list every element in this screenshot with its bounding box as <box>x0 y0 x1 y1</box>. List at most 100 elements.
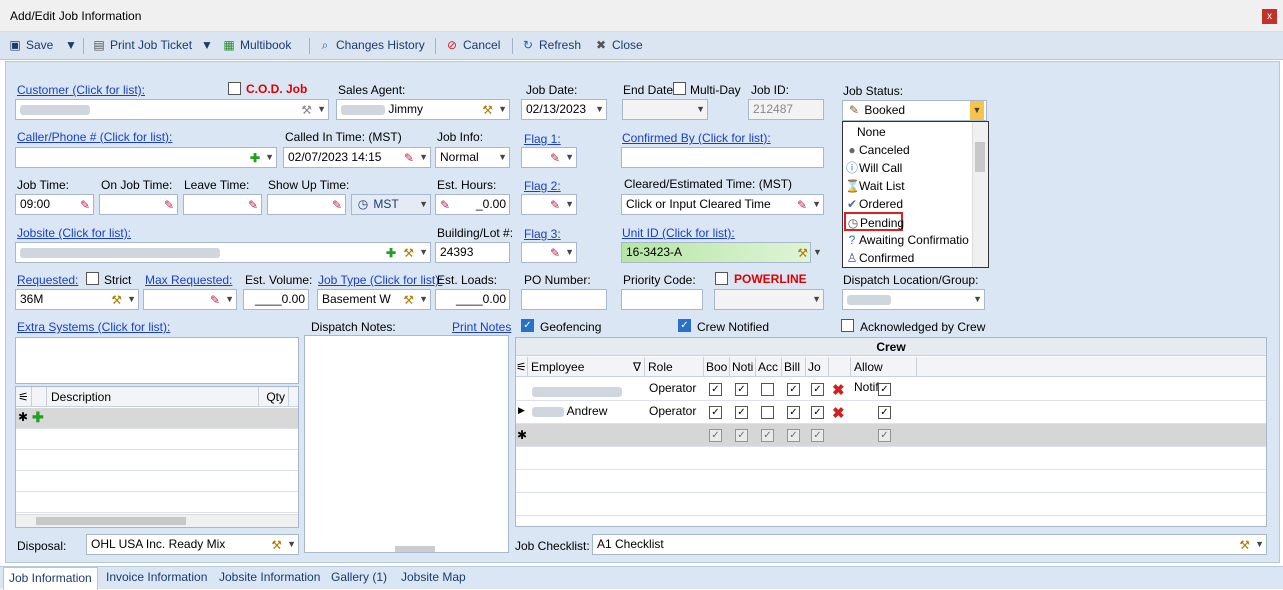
multibook-button[interactable]: ▦ Multibook <box>222 38 291 52</box>
hammer-picker-icon[interactable]: ⚒ <box>403 244 414 262</box>
job-status-dropdown[interactable]: None ● Canceled ⓘWill Call ⌛Wait List ✔ Or… <box>842 121 989 268</box>
bill-checkbox[interactable]: ✓ <box>787 383 800 396</box>
allow-notify-header[interactable]: Allow Notify <box>851 357 917 394</box>
accept-checkbox[interactable] <box>761 383 774 396</box>
chevron-down-icon[interactable]: ▼ <box>1255 535 1264 554</box>
booked-checkbox[interactable]: ✓ <box>709 383 722 396</box>
plus-icon[interactable]: ✚ <box>386 244 396 262</box>
chevron-down-icon[interactable]: ▼ <box>595 100 604 119</box>
show-up-time-field[interactable]: ✎ <box>267 194 346 215</box>
changes-history-button[interactable]: ⌕ Changes History <box>318 38 425 52</box>
delete-x-icon[interactable]: ✖ <box>832 404 845 422</box>
print-dropdown-arrow[interactable]: ▼ <box>200 38 214 52</box>
cleared-time-field[interactable]: Click or Input Cleared Time ✎ ▼ <box>621 194 824 215</box>
chevron-down-icon[interactable]: ▼ <box>127 290 136 309</box>
delete-x-icon[interactable]: ✖ <box>832 381 845 399</box>
chevron-down-icon[interactable]: ▼ <box>287 535 296 554</box>
unit-id-dropdown-arrow[interactable]: ▼ <box>813 247 1281 257</box>
confirmed-by-field[interactable] <box>621 147 824 168</box>
est-loads-field[interactable]: ____0.00 <box>435 289 510 310</box>
multiday-checkbox[interactable] <box>673 82 686 95</box>
grid-settings-icon[interactable]: ⚟ <box>516 357 528 376</box>
est-hours-field[interactable]: ✎ _0.00 <box>435 194 510 215</box>
eraser-icon[interactable]: ✎ <box>440 196 450 214</box>
unit-id-field[interactable]: 16-3423-A ⚒ <box>621 242 811 263</box>
hammer-picker-icon[interactable]: ⚒ <box>271 536 282 554</box>
est-volume-field[interactable]: ____0.00 <box>243 289 309 310</box>
notify-header[interactable]: Noti <box>730 357 756 376</box>
save-button[interactable]: ▣ Save <box>8 38 53 52</box>
allow-notify-checkbox[interactable]: ✓ <box>878 383 891 396</box>
status-option-ordered[interactable]: ✔ Ordered <box>845 195 903 213</box>
chevron-down-icon[interactable]: ▼ <box>498 100 507 119</box>
jobsite-field[interactable]: ✚ ⚒ ▼ <box>15 242 431 263</box>
timezone-select[interactable]: ◷ MST ▼ <box>351 194 431 215</box>
booked-header[interactable]: Boo <box>704 357 730 376</box>
hammer-picker-icon[interactable]: ⚒ <box>797 244 808 262</box>
eraser-icon[interactable]: ✎ <box>80 196 90 214</box>
eraser-icon[interactable]: ✎ <box>797 196 807 214</box>
hammer-picker-icon[interactable]: ⚒ <box>301 101 312 119</box>
grid-settings-icon[interactable]: ⚟ <box>16 387 32 406</box>
employee-header[interactable]: Employee ∇ <box>528 357 645 376</box>
dispatch-location-select[interactable]: ▼ <box>842 289 985 310</box>
chevron-down-icon[interactable]: ▼ <box>498 148 507 167</box>
status-option-pending[interactable]: ◷ Pending <box>844 212 904 231</box>
hammer-picker-icon[interactable]: ⚒ <box>482 101 493 119</box>
chevron-down-icon[interactable]: ▼ <box>565 148 574 167</box>
notify-checkbox[interactable]: ✓ <box>735 406 748 419</box>
job-type-field[interactable]: Basement W ⚒ ▼ <box>317 289 431 310</box>
status-option-canceled[interactable]: ● Canceled <box>845 141 909 159</box>
filter-icon[interactable]: ∇ <box>633 357 641 377</box>
job-time-field[interactable]: 09:00 ✎ <box>15 194 94 215</box>
sales-agent-field[interactable]: Jimmy ⚒ ▼ <box>336 99 510 120</box>
tab-job-information[interactable]: Job Information <box>3 567 98 590</box>
print-notes-link[interactable]: Print Notes <box>452 320 511 334</box>
flag2-field[interactable]: ✎ ▼ <box>521 194 577 215</box>
confirmed-by-link[interactable]: Confirmed By (Click for list): <box>622 131 771 145</box>
chevron-down-icon[interactable]: ▼ <box>225 290 234 309</box>
description-header[interactable]: Description <box>47 387 259 406</box>
job-type-link[interactable]: Job Type (Click for list): <box>318 273 442 287</box>
job-date-field[interactable]: 02/13/2023 ▼ <box>521 99 607 120</box>
job-checkbox[interactable]: ✓ <box>811 406 824 419</box>
new-row[interactable]: ✱ ✚ <box>16 408 298 429</box>
hammer-picker-icon[interactable]: ⚒ <box>1239 536 1250 554</box>
max-requested-link[interactable]: Max Requested: <box>145 273 232 287</box>
close-window-button[interactable]: x <box>1262 9 1277 24</box>
caller-field[interactable]: ✚ ▼ <box>15 147 277 168</box>
jobsite-link[interactable]: Jobsite (Click for list): <box>17 226 131 240</box>
bill-header[interactable]: Bill <box>782 357 806 376</box>
cod-checkbox[interactable] <box>228 82 241 95</box>
eraser-icon[interactable]: ✎ <box>164 196 174 214</box>
resize-grip[interactable] <box>395 546 435 552</box>
crew-notified-checkbox[interactable]: ✓ <box>678 319 691 332</box>
requested-field[interactable]: 36M ⚒ ▼ <box>15 289 139 310</box>
accept-header[interactable]: Acc <box>756 357 782 376</box>
extra-systems-link[interactable]: Extra Systems (Click for list): <box>17 320 170 334</box>
chevron-down-icon[interactable]: ▼ <box>419 195 428 214</box>
customer-field[interactable]: ⚒ ▼ <box>15 99 329 120</box>
chevron-down-icon[interactable]: ▼ <box>419 148 428 167</box>
crew-grid[interactable]: Crew ⚟ Employee ∇ Role Boo Noti Acc Bill … <box>515 337 1267 527</box>
job-header[interactable]: Jo <box>806 357 829 376</box>
job-status-field[interactable]: ✎ Booked ▼ <box>842 100 987 121</box>
job-checklist-field[interactable]: A1 Checklist ⚒ ▼ <box>592 534 1267 555</box>
priority-code-field[interactable] <box>621 289 703 310</box>
plus-icon[interactable]: ✚ <box>32 409 44 426</box>
notify-checkbox[interactable]: ✓ <box>735 383 748 396</box>
unit-id-link[interactable]: Unit ID (Click for list): <box>622 226 735 240</box>
hammer-picker-icon[interactable]: ⚒ <box>403 291 414 309</box>
tab-invoice-information[interactable]: Invoice Information <box>106 570 207 584</box>
scroll-thumb[interactable] <box>36 517 186 525</box>
crew-row[interactable]: ▶ Andrew Operator ✓ ✓ ✓ ✓ ✖ ✓ <box>516 401 1266 424</box>
leave-time-field[interactable]: ✎ <box>183 194 262 215</box>
tab-gallery[interactable]: Gallery (1) <box>331 570 387 584</box>
print-job-ticket-button[interactable]: ▤ Print Job Ticket <box>92 38 192 52</box>
requested-link[interactable]: Requested: <box>17 273 78 287</box>
refresh-button[interactable]: ↻ Refresh <box>521 38 581 52</box>
allow-notify-checkbox[interactable]: ✓ <box>878 406 891 419</box>
job-info-select[interactable]: Normal ▼ <box>435 147 510 168</box>
chevron-down-icon[interactable]: ▼ <box>265 148 274 167</box>
chevron-down-icon[interactable]: ▼ <box>812 195 821 214</box>
